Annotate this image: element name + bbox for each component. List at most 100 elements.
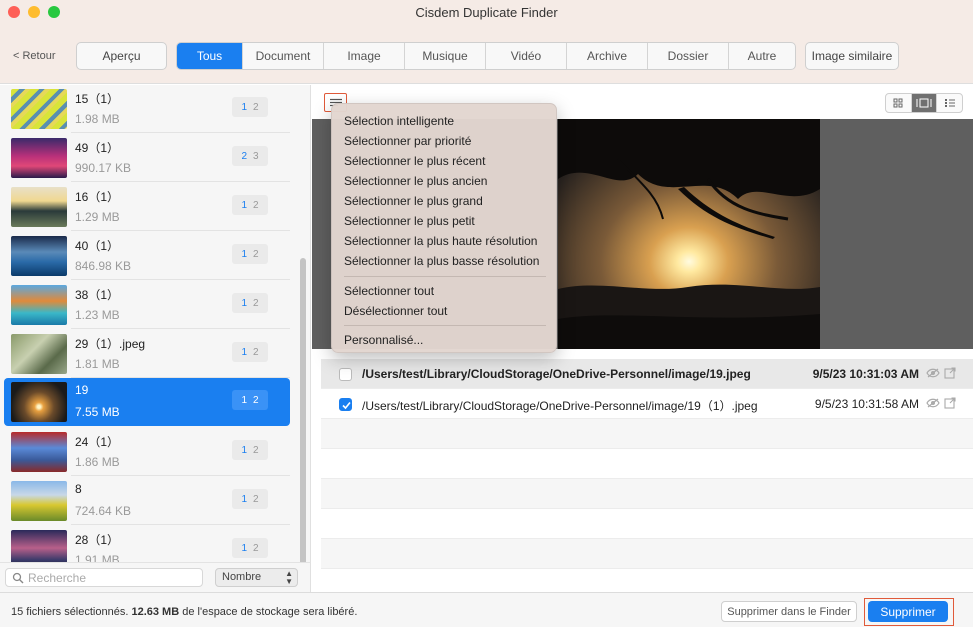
total-count: 2	[253, 493, 259, 505]
total-count: 2	[253, 394, 259, 406]
file-row[interactable]: /Users/test/Library/CloudStorage/OneDriv…	[321, 389, 973, 419]
group-list: 15（1） 1.98 MB 12 49（1） 990.17 KB 23 16（1…	[0, 85, 311, 562]
delete-button[interactable]: Supprimer	[868, 601, 948, 622]
group-item[interactable]: 29（1）.jpeg 1.81 MB 12	[4, 330, 290, 378]
group-thumbnail	[11, 432, 67, 472]
total-count: 2	[253, 248, 259, 260]
status-text: 15 fichiers sélectionnés. 12.63 MB de l'…	[11, 606, 357, 618]
group-name: 40（1）	[75, 239, 120, 253]
group-item[interactable]: 40（1） 846.98 KB 12	[4, 232, 290, 280]
group-size: 724.64 KB	[75, 504, 132, 518]
group-thumbnail	[11, 530, 67, 562]
group-item[interactable]: 24（1） 1.86 MB 12	[4, 428, 290, 476]
delete-in-finder-button[interactable]: Supprimer dans le Finder	[721, 601, 857, 622]
menu-item-select-oldest[interactable]: Sélectionner le plus ancien	[344, 174, 487, 188]
group-name: 15（1）	[75, 92, 120, 106]
carousel-icon	[916, 98, 932, 108]
group-thumbnail	[11, 187, 67, 227]
sort-select[interactable]: Nombre ▲ ▼	[215, 568, 298, 587]
divider	[71, 230, 290, 231]
group-size: 7.55 MB	[75, 405, 120, 419]
total-count: 2	[253, 199, 259, 211]
group-count-badge: 12	[232, 489, 268, 509]
menu-item-smart-select[interactable]: Sélection intelligente	[344, 114, 454, 128]
total-count: 2	[253, 297, 259, 309]
menu-item-select-by-priority[interactable]: Sélectionner par priorité	[344, 134, 471, 148]
group-thumbnail	[11, 236, 67, 276]
file-path: /Users/test/Library/CloudStorage/OneDriv…	[362, 367, 751, 381]
status-suffix: de l'espace de stockage sera libéré.	[182, 606, 358, 618]
list-view-button[interactable]	[937, 94, 962, 112]
empty-row	[321, 449, 973, 479]
tab-image[interactable]: Image	[324, 43, 405, 69]
sidebar-scrollbar[interactable]	[300, 258, 306, 562]
group-size: 1.98 MB	[75, 112, 120, 126]
tab-archive[interactable]: Archive	[567, 43, 648, 69]
empty-row	[321, 419, 973, 449]
grid-view-button[interactable]	[886, 94, 912, 112]
group-thumbnail	[11, 138, 67, 178]
total-count: 3	[253, 150, 259, 162]
menu-item-select-highest-resolution[interactable]: Sélectionner la plus haute résolution	[344, 234, 537, 248]
selected-count: 2	[241, 150, 247, 162]
search-box[interactable]	[5, 568, 203, 587]
preview-button[interactable]: Aperçu	[76, 42, 167, 70]
group-size: 990.17 KB	[75, 161, 132, 175]
group-size: 1.29 MB	[75, 210, 120, 224]
back-button[interactable]: < Retour	[13, 50, 56, 62]
sidebar-footer: Nombre ▲▼	[0, 562, 311, 592]
file-path: /Users/test/Library/CloudStorage/OneDriv…	[362, 399, 758, 413]
file-row[interactable]: /Users/test/Library/CloudStorage/OneDriv…	[321, 359, 973, 389]
file-date: 9/5/23 10:31:03 AM	[812, 367, 919, 381]
group-count-badge: 12	[232, 97, 268, 117]
menu-item-deselect-all[interactable]: Désélectionner tout	[344, 304, 447, 318]
similar-image-button[interactable]: Image similaire	[805, 42, 899, 70]
file-checkbox[interactable]	[339, 368, 352, 381]
open-external-icon[interactable]	[944, 367, 956, 379]
tab-other[interactable]: Autre	[729, 43, 795, 69]
list-icon	[944, 99, 955, 107]
sunset-tree-image	[558, 119, 820, 349]
divider	[71, 328, 290, 329]
group-item[interactable]: 8 724.64 KB 12	[4, 477, 290, 525]
selected-count: 1	[241, 493, 247, 505]
total-count: 2	[253, 101, 259, 113]
group-item-selected[interactable]: 19 7.55 MB 12	[4, 378, 290, 426]
group-count-badge: 23	[232, 146, 268, 166]
menu-item-select-smallest[interactable]: Sélectionner le plus petit	[344, 214, 475, 228]
preview-image	[558, 119, 820, 349]
menu-item-select-largest[interactable]: Sélectionner le plus grand	[344, 194, 483, 208]
checkmark-icon	[342, 401, 351, 410]
group-thumbnail	[11, 382, 67, 422]
group-size: 1.86 MB	[75, 455, 120, 469]
group-item[interactable]: 16（1） 1.29 MB 12	[4, 183, 290, 231]
menu-item-select-newest[interactable]: Sélectionner le plus récent	[344, 154, 485, 168]
grid-icon	[893, 98, 903, 108]
selection-dropdown-menu: Sélection intelligente Sélectionner par …	[331, 103, 557, 353]
tab-video[interactable]: Vidéo	[486, 43, 567, 69]
eye-off-icon[interactable]	[926, 368, 940, 378]
group-size: 846.98 KB	[75, 259, 132, 273]
group-item[interactable]: 49（1） 990.17 KB 23	[4, 134, 290, 182]
search-input[interactable]	[28, 570, 198, 585]
tab-document[interactable]: Document	[243, 43, 324, 69]
file-checkbox[interactable]	[339, 398, 352, 411]
tab-folder[interactable]: Dossier	[648, 43, 729, 69]
eye-off-icon[interactable]	[926, 398, 940, 408]
divider	[71, 524, 290, 525]
group-item[interactable]: 38（1） 1.23 MB 12	[4, 281, 290, 329]
menu-item-custom[interactable]: Personnalisé...	[344, 333, 423, 347]
menu-item-select-all[interactable]: Sélectionner tout	[344, 284, 434, 298]
title-bar: Cisdem Duplicate Finder	[0, 0, 973, 28]
open-external-icon[interactable]	[944, 397, 956, 409]
preview-view-button[interactable]	[911, 94, 938, 112]
group-name: 24（1）	[75, 435, 120, 449]
group-item[interactable]: 15（1） 1.98 MB 12	[4, 85, 290, 133]
divider	[71, 475, 290, 476]
group-name: 16（1）	[75, 190, 120, 204]
tab-music[interactable]: Musique	[405, 43, 486, 69]
group-item[interactable]: 28（1） 1.91 MB 12	[4, 526, 290, 562]
tab-all[interactable]: Tous	[177, 43, 243, 69]
menu-item-select-lowest-resolution[interactable]: Sélectionner la plus basse résolution	[344, 254, 539, 268]
file-date: 9/5/23 10:31:58 AM	[814, 397, 919, 411]
